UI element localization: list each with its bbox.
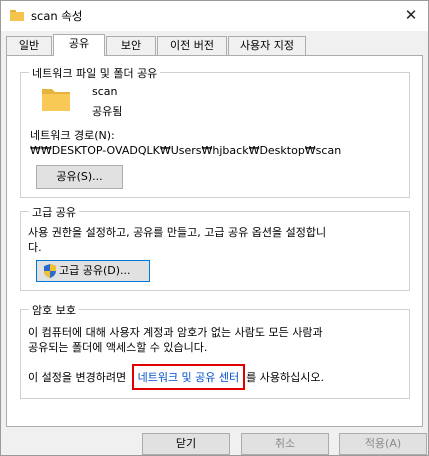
password-protection-group: 암호 보호 이 컴퓨터에 대해 사용자 계정과 암호가 없는 사람도 모든 사람… bbox=[20, 302, 410, 399]
folder-icon bbox=[10, 10, 24, 21]
password-protection-title: 암호 보호 bbox=[29, 302, 79, 318]
network-path-label: 네트워크 경로(N): bbox=[30, 129, 115, 142]
password-protection-line3-suffix: 를 사용하십시오. bbox=[246, 371, 324, 384]
advanced-share-title: 고급 공유 bbox=[29, 204, 79, 220]
password-protection-line3-prefix: 이 설정을 변경하려면 bbox=[28, 371, 127, 384]
password-protection-line3: 이 설정을 변경하려면 네트워크 및 공유 센터 를 사용하십시오. bbox=[28, 364, 324, 390]
tab-customize[interactable]: 사용자 지정 bbox=[228, 36, 306, 55]
advanced-share-description-line2: 다. bbox=[28, 241, 42, 254]
advanced-share-description-line1: 사용 권한을 설정하고, 공유를 만들고, 고급 공유 옵션을 설정합니 bbox=[28, 226, 327, 239]
advanced-share-group: 고급 공유 사용 권한을 설정하고, 공유를 만들고, 고급 공유 옵션을 설정… bbox=[20, 204, 410, 291]
folder-icon bbox=[42, 89, 70, 111]
network-share-group: 네트워크 파일 및 폴더 공유 scan 공유됨 네트워크 경로(N): ₩₩D… bbox=[20, 65, 410, 198]
network-path-value: ₩₩DESKTOP-OVADQLK₩Users₩hjback₩Desktop₩s… bbox=[30, 144, 342, 157]
close-icon[interactable]: ✕ bbox=[400, 5, 422, 25]
sharing-panel: 네트워크 파일 및 폴더 공유 scan 공유됨 네트워크 경로(N): ₩₩D… bbox=[6, 55, 423, 427]
cancel-button[interactable]: 취소 bbox=[241, 433, 329, 455]
highlight-box: 네트워크 및 공유 센터 bbox=[131, 364, 246, 390]
network-share-title: 네트워크 파일 및 폴더 공유 bbox=[29, 65, 161, 81]
share-button[interactable]: 공유(S)... bbox=[36, 165, 123, 189]
title-bar: scan 속성 ✕ bbox=[1, 1, 428, 31]
tab-general[interactable]: 일반 bbox=[6, 36, 52, 55]
apply-button[interactable]: 적용(A) bbox=[339, 433, 427, 455]
network-sharing-center-link[interactable]: 네트워크 및 공유 센터 bbox=[138, 371, 240, 384]
tab-previous-versions[interactable]: 이전 버전 bbox=[157, 36, 227, 55]
tab-security[interactable]: 보안 bbox=[106, 36, 156, 55]
password-protection-line2: 공유되는 폴더에 액세스할 수 있습니다. bbox=[28, 341, 208, 354]
advanced-share-button-label: 고급 공유(D)... bbox=[59, 264, 131, 277]
shield-icon bbox=[44, 264, 56, 278]
tab-sharing[interactable]: 공유 bbox=[53, 34, 105, 56]
properties-window: scan 속성 ✕ 일반 공유 보안 이전 버전 사용자 지정 네트워크 파일 … bbox=[0, 0, 429, 456]
close-button[interactable]: 닫기 bbox=[142, 433, 230, 455]
window-title: scan 속성 bbox=[31, 9, 83, 23]
folder-name: scan bbox=[92, 85, 118, 98]
share-status: 공유됨 bbox=[92, 105, 123, 118]
advanced-share-button[interactable]: 고급 공유(D)... bbox=[36, 260, 150, 282]
tab-strip: 일반 공유 보안 이전 버전 사용자 지정 bbox=[4, 34, 424, 56]
password-protection-line1: 이 컴퓨터에 대해 사용자 계정과 암호가 없는 사람도 모든 사람과 bbox=[28, 326, 323, 339]
